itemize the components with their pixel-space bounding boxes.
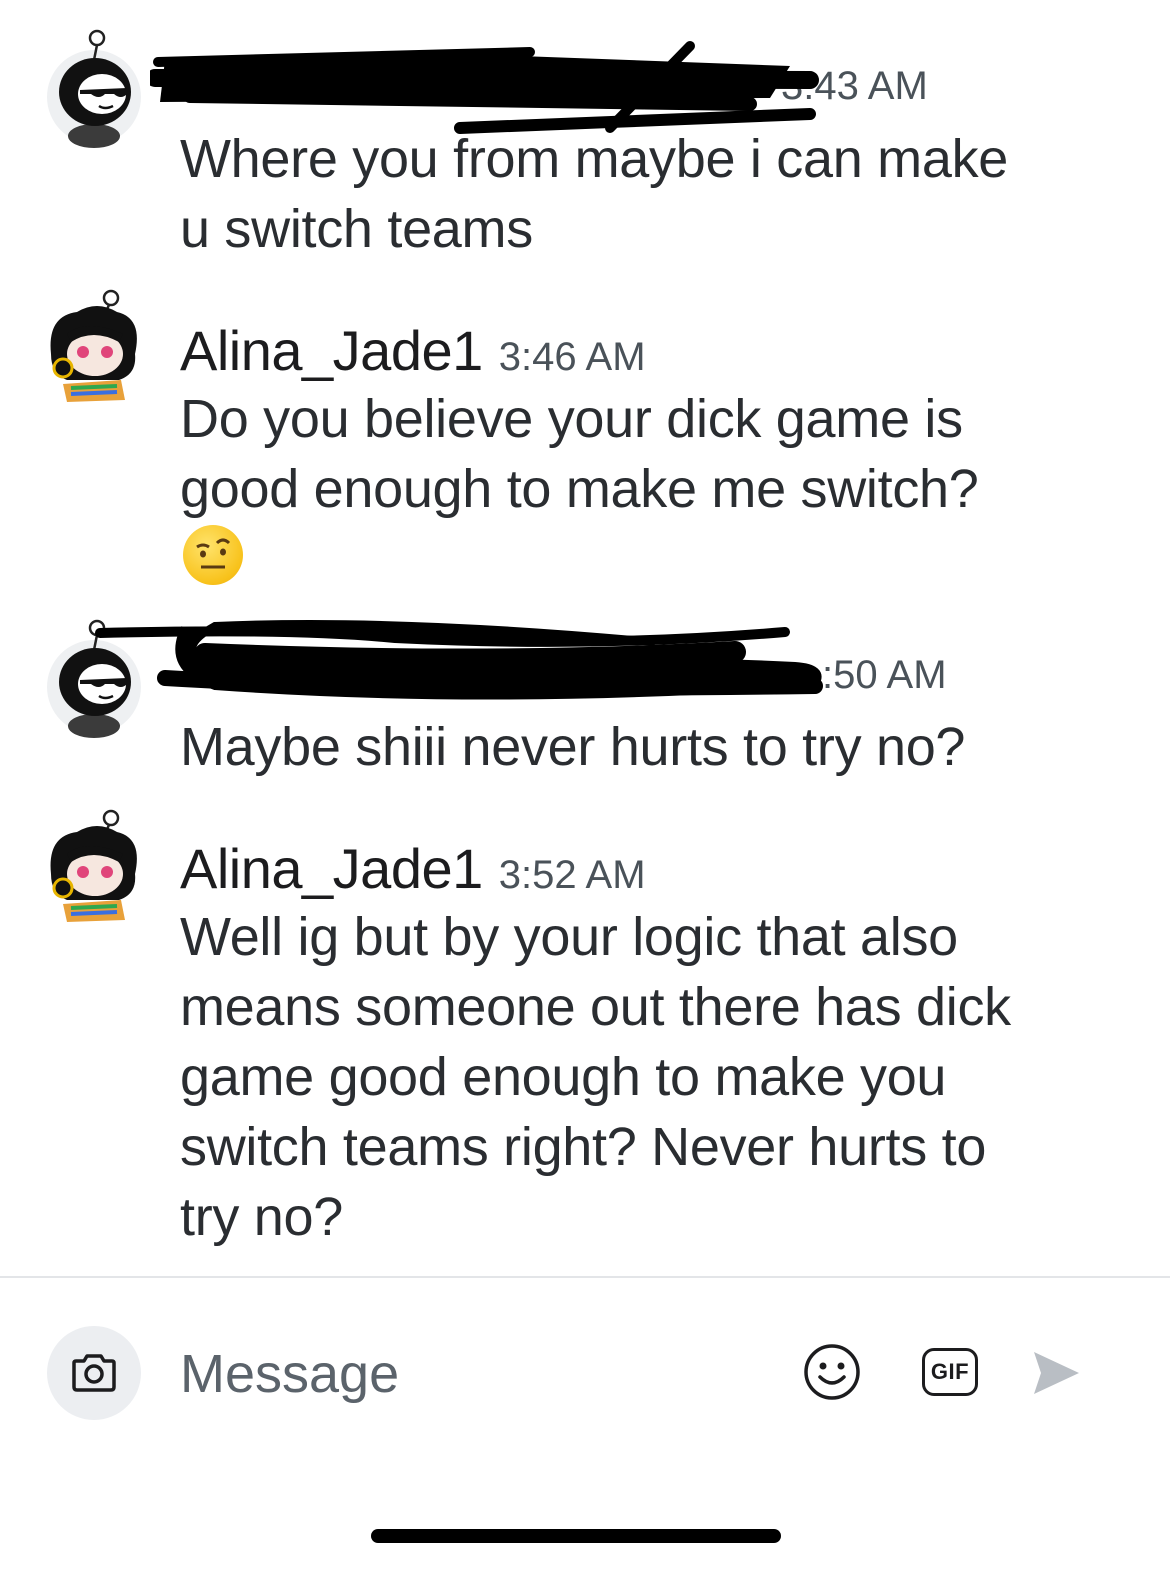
avatar[interactable] bbox=[47, 289, 141, 404]
timestamp: 3:52 AM bbox=[498, 853, 646, 897]
message-line: try no? bbox=[180, 1187, 343, 1247]
message-text: Where you from maybe i can make u switch… bbox=[180, 124, 1100, 264]
timestamp: :50 AM bbox=[822, 653, 947, 697]
send-button[interactable] bbox=[1030, 1348, 1082, 1398]
message-composer: GIF bbox=[0, 1278, 1170, 1478]
gif-label: GIF bbox=[930, 1359, 970, 1384]
timestamp: 3:46 AM bbox=[498, 335, 646, 379]
avatar[interactable] bbox=[47, 809, 141, 924]
username[interactable]: Alina_Jade1 bbox=[180, 836, 483, 901]
username[interactable]: Alina_Jade1 bbox=[180, 318, 483, 383]
message-input[interactable] bbox=[180, 1336, 740, 1412]
message-line: game good enough to make you bbox=[180, 1047, 947, 1107]
gif-button[interactable]: GIF bbox=[920, 1346, 980, 1398]
message-line: switch teams right? Never hurts to bbox=[180, 1117, 987, 1177]
message-header: Alina_Jade1 3:52 AM bbox=[180, 836, 646, 901]
raised-eyebrow-emoji-icon bbox=[183, 525, 243, 585]
snoo-avatar-icon bbox=[59, 29, 131, 148]
message-text: Maybe shiii never hurts to try no? bbox=[180, 712, 1100, 782]
message-text: Well ig but by your logic that also mean… bbox=[180, 902, 1100, 1252]
message-line: means someone out there has dick bbox=[180, 977, 1011, 1037]
message-line: Well ig but by your logic that also bbox=[180, 907, 958, 967]
message-text: Do you believe your dick game is good en… bbox=[180, 384, 1100, 524]
redaction-scribble bbox=[150, 41, 819, 134]
send-icon bbox=[1034, 1352, 1079, 1394]
snoo-avatar-icon bbox=[50, 289, 137, 402]
message-line: good enough to make me switch? bbox=[180, 459, 979, 519]
snoo-avatar-icon bbox=[50, 809, 137, 922]
message-line: Where you from maybe i can make bbox=[180, 129, 1009, 189]
avatar[interactable] bbox=[47, 29, 141, 148]
camera-button[interactable] bbox=[47, 1326, 141, 1420]
camera-icon bbox=[72, 1354, 116, 1392]
message-line: u switch teams bbox=[180, 199, 533, 259]
gif-icon: GIF bbox=[922, 1348, 978, 1396]
message-line: Maybe shiii never hurts to try no? bbox=[180, 717, 966, 777]
home-indicator bbox=[371, 1529, 781, 1543]
message-header: Alina_Jade1 3:46 AM bbox=[180, 318, 646, 383]
emoji-icon bbox=[804, 1344, 860, 1400]
message-line: Do you believe your dick game is bbox=[180, 389, 963, 449]
emoji-button[interactable] bbox=[802, 1342, 862, 1402]
redaction-scribble bbox=[95, 620, 823, 700]
